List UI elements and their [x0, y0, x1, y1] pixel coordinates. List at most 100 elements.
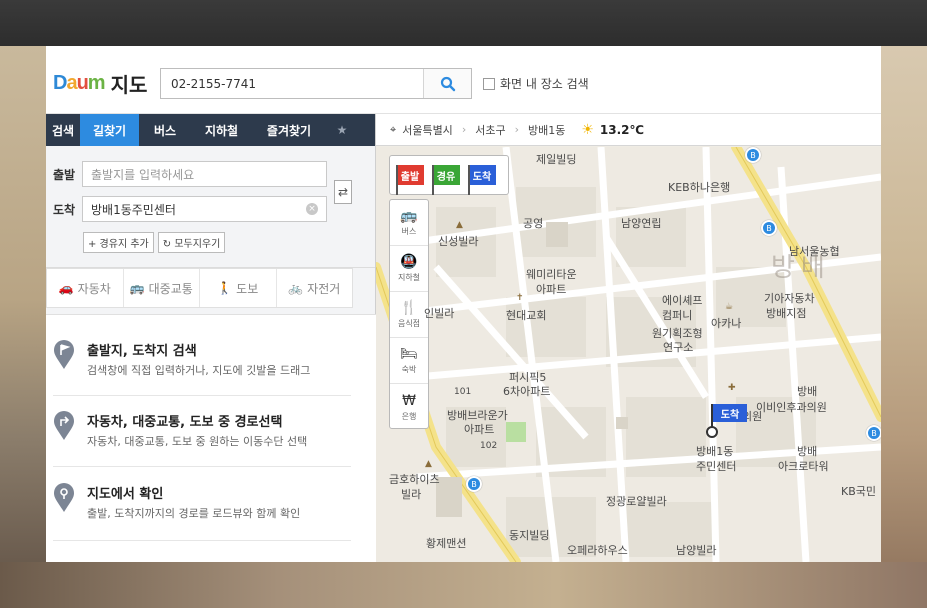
- map-label[interactable]: 남양빌라: [676, 542, 716, 558]
- service-title: 지도: [110, 72, 148, 97]
- car-icon: 🚗: [58, 281, 74, 295]
- tab-bus[interactable]: 버스: [139, 114, 191, 146]
- map-label[interactable]: 공영: [523, 215, 543, 231]
- map-label[interactable]: 신성빌라: [438, 233, 478, 249]
- map-label: 방배: [771, 253, 831, 283]
- end-value: 방배1동주민센터: [91, 202, 176, 217]
- mode-car[interactable]: 🚗 자동차: [47, 269, 124, 307]
- location-dong[interactable]: 방배1동: [528, 122, 565, 138]
- end-input[interactable]: 방배1동주민센터 ×: [82, 196, 327, 222]
- bus-stop-icon[interactable]: B: [761, 220, 777, 236]
- bed-icon: 🛏: [400, 346, 418, 362]
- tool-bus-label: 버스: [401, 227, 417, 236]
- star-icon[interactable]: ★: [326, 114, 358, 146]
- map-label[interactable]: 현대교회: [506, 307, 546, 323]
- map-label[interactable]: 아크로타워: [778, 458, 829, 474]
- map-label[interactable]: 방배: [797, 383, 817, 399]
- cafe-icon: ☕: [725, 302, 734, 312]
- mode-bike[interactable]: 🚲 자전거: [277, 269, 353, 307]
- tool-bank[interactable]: ₩ 은행: [390, 384, 428, 430]
- chevron-right-icon: ›: [514, 123, 519, 136]
- mode-walk[interactable]: 🚶 도보: [200, 269, 277, 307]
- map-label[interactable]: 이비인후과의원: [756, 399, 827, 415]
- map-label[interactable]: 금호하이츠: [389, 471, 440, 487]
- map-label[interactable]: 남양연립: [621, 215, 661, 231]
- flag-toolbar: 출발 경유 도착: [389, 155, 509, 195]
- guide-list: 출발지, 도착지 검색 검색창에 직접 입력하거나, 지도에 깃발을 드래그 자…: [46, 314, 376, 562]
- map-label[interactable]: 동지빌딩: [509, 527, 549, 543]
- route-form: 출발 출발지를 입력하세요 도착 방배1동주민센터 × ⇄ + 경유지 추가 ↻…: [46, 146, 375, 268]
- map-label[interactable]: 기아자동차: [764, 290, 815, 306]
- mode-transit[interactable]: 🚌 대중교통: [124, 269, 200, 307]
- guide-item: 출발지, 도착지 검색 검색창에 직접 입력하거나, 지도에 깃발을 드래그: [46, 340, 376, 410]
- start-input[interactable]: 출발지를 입력하세요: [82, 161, 327, 187]
- map-label[interactable]: 방배1동: [696, 443, 733, 459]
- location-district[interactable]: 서초구: [475, 122, 505, 138]
- map-label[interactable]: 아파트: [464, 421, 494, 437]
- destination-marker[interactable]: 도착: [706, 404, 749, 438]
- map-label[interactable]: 빌라: [401, 486, 421, 502]
- map-label[interactable]: 방배지점: [766, 305, 806, 321]
- poi-icon: ▲: [425, 459, 432, 469]
- bus-stop-icon[interactable]: B: [866, 425, 881, 441]
- map-label[interactable]: 제일빌딩: [536, 151, 576, 167]
- background-right: [881, 46, 927, 608]
- church-icon: ✝: [516, 293, 524, 303]
- map-label[interactable]: 아파트: [536, 281, 566, 297]
- map-view[interactable]: ⌖ 서울특별시 › 서초구 › 방배1동 ☀ 13.2℃ 출발 경유 도착 🚌 …: [376, 114, 881, 562]
- add-waypoint-button[interactable]: + 경유지 추가: [83, 232, 154, 253]
- bus-stop-icon[interactable]: B: [466, 476, 482, 492]
- mode-bike-label: 자전거: [307, 281, 341, 296]
- mode-car-label: 자동차: [77, 281, 111, 296]
- map-label[interactable]: 황제맨션: [426, 535, 466, 551]
- daum-logo[interactable]: Daum 지도: [53, 70, 148, 97]
- map-label[interactable]: KB국민: [841, 483, 876, 499]
- bike-icon: 🚲: [288, 281, 304, 295]
- clear-all-button[interactable]: ↻ 모두지우기: [157, 232, 226, 253]
- tab-subway[interactable]: 지하철: [191, 114, 252, 146]
- clear-icon[interactable]: ×: [306, 203, 318, 215]
- location-target-icon[interactable]: ⌖: [390, 123, 396, 137]
- end-flag[interactable]: 도착: [468, 165, 496, 195]
- chevron-right-icon: ›: [461, 123, 467, 136]
- won-icon: ₩: [402, 392, 416, 409]
- map-label[interactable]: 6차아파트: [503, 383, 550, 399]
- in-area-checkbox[interactable]: [483, 77, 495, 90]
- category-tools: 🚌 버스 🚇 지하철 🍴 음식점 🛏 숙박 ₩ 은행: [389, 199, 429, 429]
- location-city[interactable]: 서울특별시: [402, 122, 453, 138]
- start-flag[interactable]: 출발: [396, 165, 424, 195]
- bus-stop-icon[interactable]: B: [745, 147, 761, 163]
- tab-favorites[interactable]: 즐겨찾기: [252, 114, 326, 146]
- tab-search[interactable]: 검색: [46, 114, 80, 146]
- in-area-search[interactable]: 화면 내 장소 검색: [483, 75, 589, 92]
- map-label[interactable]: 아카나: [711, 315, 741, 331]
- search-input[interactable]: [161, 69, 423, 98]
- swap-icon[interactable]: ⇄: [334, 180, 352, 204]
- tool-bus[interactable]: 🚌 버스: [390, 200, 428, 246]
- tool-subway-label: 지하철: [397, 273, 421, 282]
- tool-subway[interactable]: 🚇 지하철: [390, 246, 428, 292]
- tool-lodging[interactable]: 🛏 숙박: [390, 338, 428, 384]
- search-button[interactable]: [423, 69, 471, 98]
- map-label[interactable]: 에이셰프: [662, 292, 702, 308]
- destination-flag-label: 도착: [713, 404, 747, 422]
- map-label[interactable]: 주민센터: [696, 458, 736, 474]
- map-label[interactable]: 연구소: [663, 339, 693, 355]
- background-bottom: [0, 562, 927, 608]
- tab-directions[interactable]: 길찾기: [80, 114, 139, 146]
- map-label[interactable]: 인빌라: [424, 305, 454, 321]
- tool-restaurant[interactable]: 🍴 음식점: [390, 292, 428, 338]
- map-label[interactable]: 정광로얄빌라: [606, 493, 667, 509]
- guide-desc: 자동차, 대중교통, 도보 중 원하는 이동수단 선택: [87, 435, 308, 448]
- map-label[interactable]: KEB하나은행: [668, 179, 730, 195]
- left-panel: 검색 길찾기 버스 지하철 즐겨찾기 ★ 출발 출발지를 입력하세요 도착 방배…: [46, 114, 376, 562]
- waypoint-flag[interactable]: 경유: [432, 165, 460, 195]
- bus-icon: 🚌: [400, 208, 418, 224]
- temperature: 13.2℃: [599, 122, 645, 137]
- map-canvas[interactable]: 출발 경유 도착 🚌 버스 🚇 지하철 🍴 음식점 🛏 숙박 ₩ 은행 제일빌딩…: [376, 147, 881, 562]
- map-label[interactable]: 웨미리타운: [526, 266, 577, 282]
- map-label[interactable]: 오페라하우스: [567, 542, 628, 558]
- map-label[interactable]: 방배: [797, 443, 817, 459]
- map-label[interactable]: 컴퍼니: [662, 307, 692, 323]
- mode-walk-label: 도보: [236, 281, 259, 296]
